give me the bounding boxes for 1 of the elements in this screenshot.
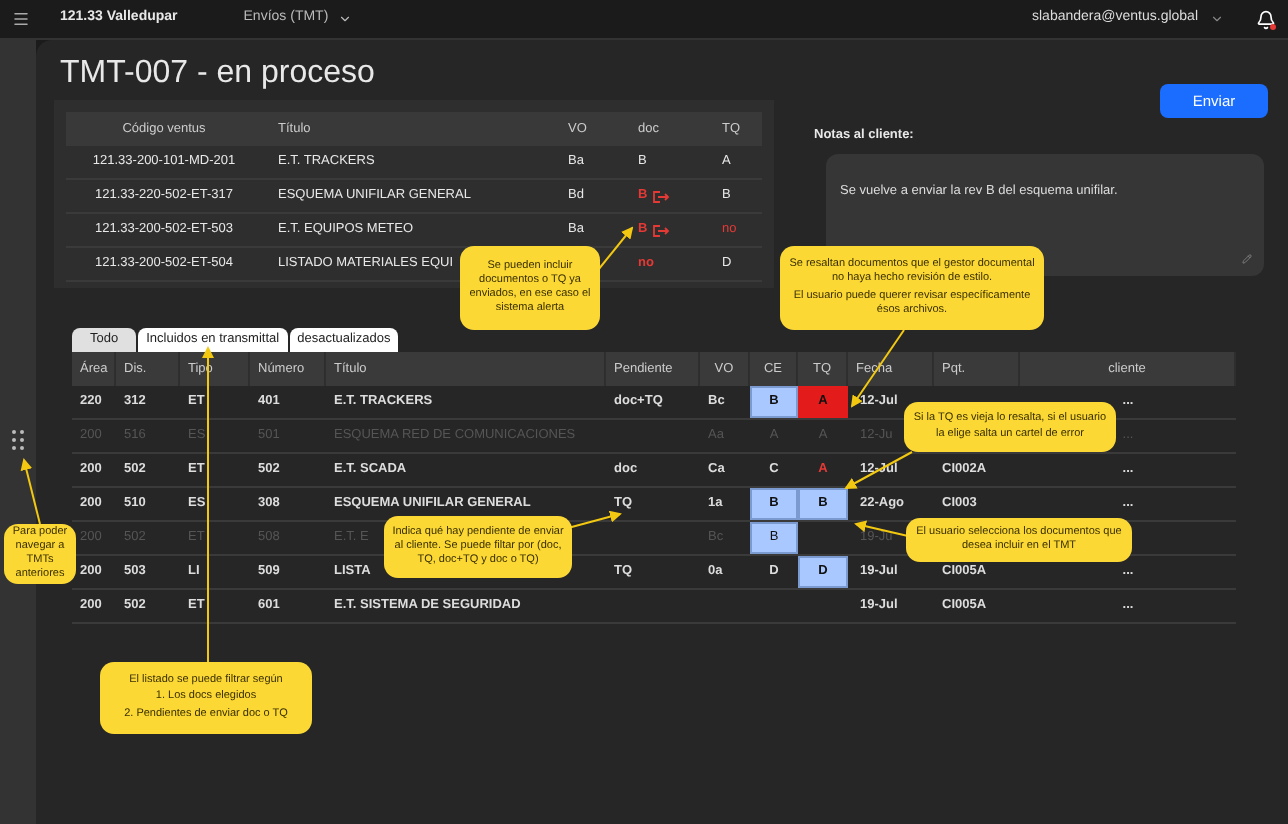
page-title: TMT-007 - en proceso [60, 54, 377, 94]
